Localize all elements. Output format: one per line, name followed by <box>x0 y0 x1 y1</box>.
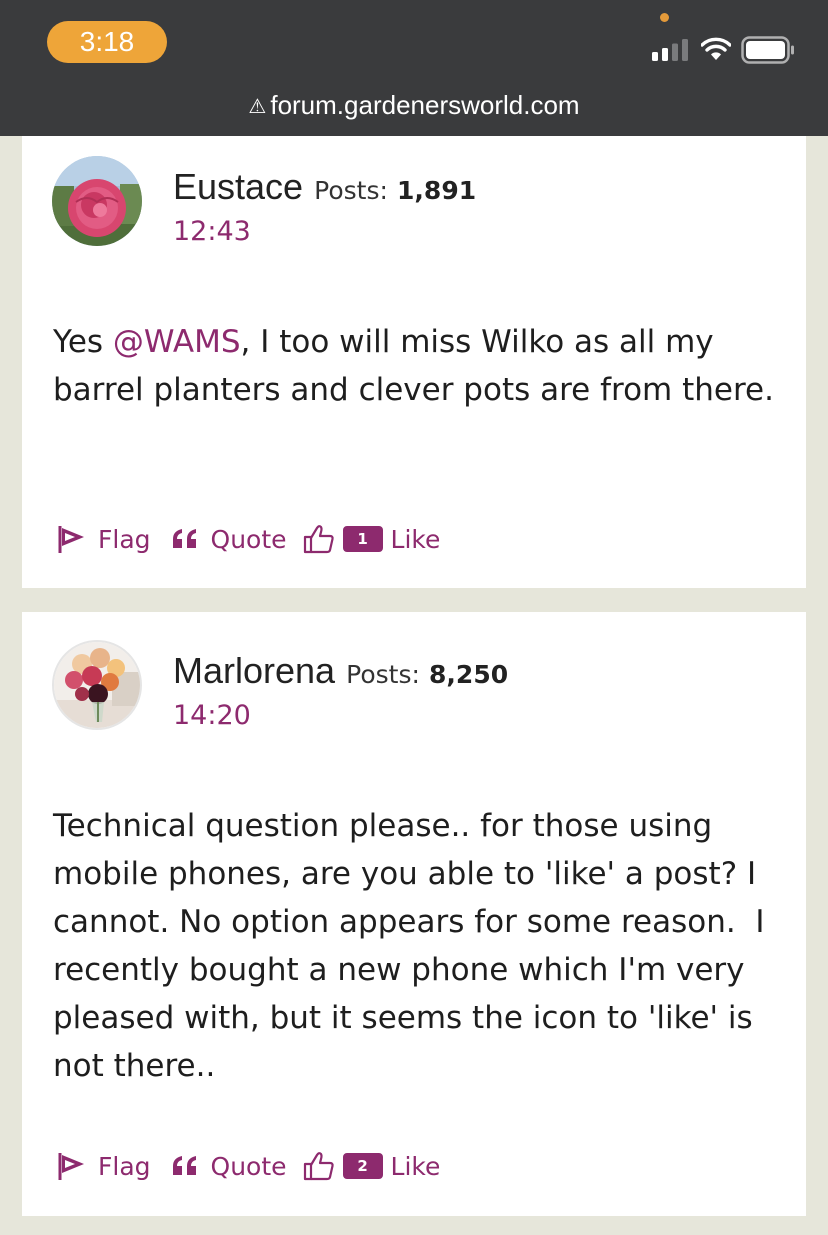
thumbs-up-icon <box>303 525 334 554</box>
quote-icon <box>172 529 196 548</box>
flag-icon <box>58 526 84 553</box>
status-time[interactable]: 3:18 <box>47 21 167 63</box>
posts-count: 1,891 <box>397 176 477 205</box>
wifi-icon <box>701 37 731 60</box>
flag-label: Flag <box>98 524 151 554</box>
quote-button[interactable]: Quote <box>171 525 287 554</box>
flag-button[interactable]: Flag <box>56 524 151 554</box>
author-line: Eustace Posts: 1,891 <box>173 166 476 208</box>
post-body: Technical question please.. for those us… <box>53 808 775 1084</box>
address-bar[interactable]: ⚠ forum.gardenersworld.com <box>0 90 828 121</box>
like-count-badge: 2 <box>342 1153 383 1179</box>
quote-label: Quote <box>210 1151 287 1181</box>
mention-link[interactable]: @WAMS <box>113 324 241 360</box>
post-body-text: Yes <box>53 324 113 360</box>
battery-icon <box>741 36 794 64</box>
flag-button[interactable]: Flag <box>56 1151 151 1181</box>
author-line: Marlorena Posts: 8,250 <box>173 650 508 692</box>
quote-button[interactable]: Quote <box>171 1152 287 1181</box>
post-actions: Flag Quote 2 Like <box>56 1146 440 1186</box>
like-button[interactable]: 1 Like <box>303 524 441 554</box>
url-text: forum.gardenersworld.com <box>270 90 580 120</box>
post-time[interactable]: 14:20 <box>173 700 251 731</box>
like-label: Like <box>390 1151 441 1181</box>
posts-label: Posts: <box>314 176 388 205</box>
privacy-indicator-dot <box>660 13 669 22</box>
status-bar: 3:18 ⚠ forum.gardenersworld.com <box>0 0 828 136</box>
like-count-badge: 1 <box>342 526 383 552</box>
forum-post: Marlorena Posts: 8,250 14:20 Technical q… <box>22 612 806 1216</box>
signal-icon <box>652 39 688 61</box>
avatar[interactable] <box>52 156 142 246</box>
warning-icon: ⚠ <box>248 96 267 118</box>
bouquet-avatar-image <box>54 642 140 728</box>
post-actions: Flag Quote 1 Like <box>56 519 440 559</box>
quote-label: Quote <box>210 524 287 554</box>
forum-post: Eustace Posts: 1,891 12:43 Yes @WAMS, I … <box>22 136 806 588</box>
avatar[interactable] <box>52 640 142 730</box>
quote-icon <box>172 1156 196 1175</box>
rose-avatar-image <box>52 156 142 246</box>
posts-count: 8,250 <box>429 660 509 689</box>
like-button[interactable]: 2 Like <box>303 1151 441 1181</box>
post-body: Yes @WAMS, I too will miss Wilko as all … <box>53 318 783 414</box>
posts-label: Posts: <box>346 660 420 689</box>
thumbs-up-icon <box>303 1152 334 1181</box>
like-label: Like <box>390 524 441 554</box>
author-name[interactable]: Marlorena <box>173 650 335 691</box>
flag-label: Flag <box>98 1151 151 1181</box>
flag-icon <box>58 1153 84 1180</box>
post-time[interactable]: 12:43 <box>173 216 251 247</box>
author-name[interactable]: Eustace <box>173 166 303 207</box>
